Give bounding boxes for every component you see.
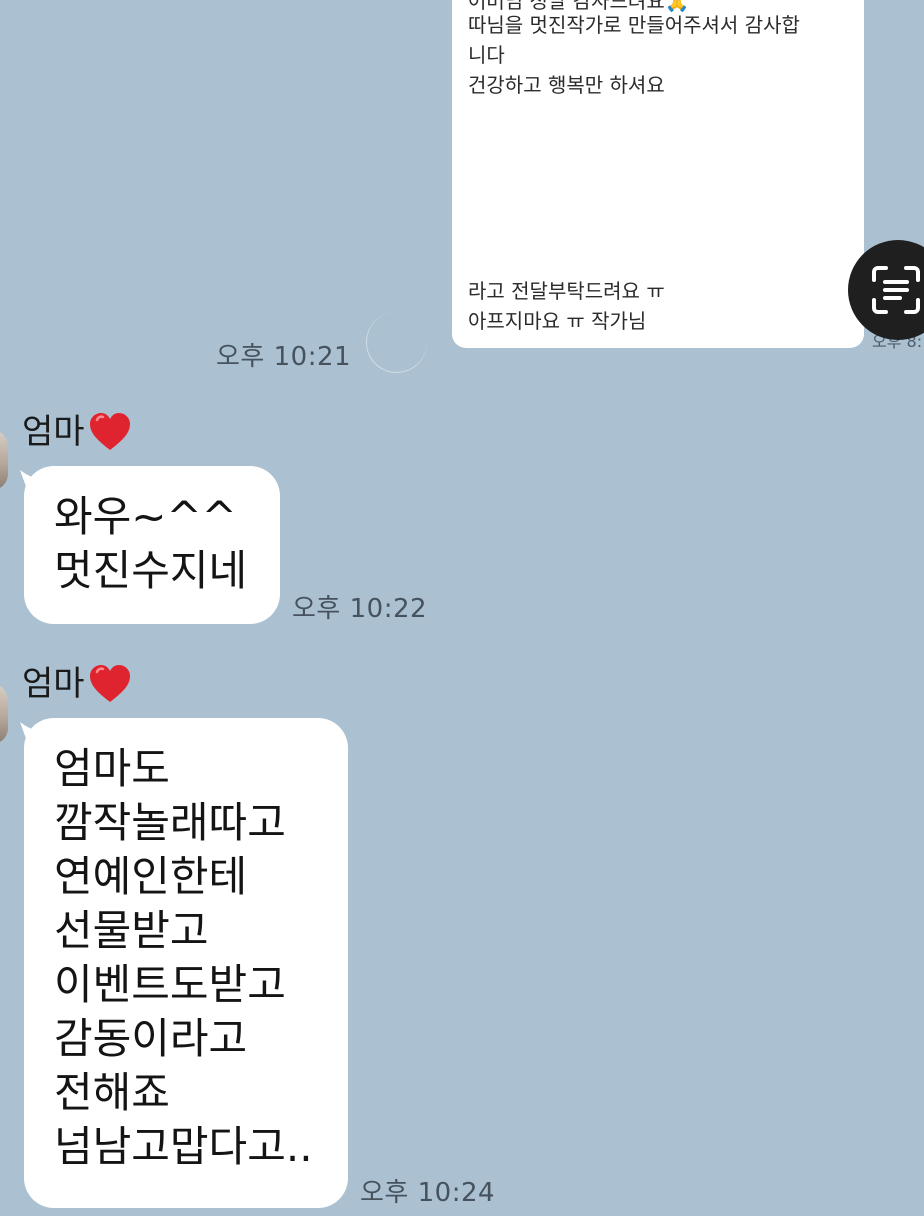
message-text: 선물받고 bbox=[54, 906, 209, 955]
message-timestamp: 오후 10:22 bbox=[292, 594, 428, 624]
quoted-line: 건강하고 행복만 하셔요 bbox=[468, 73, 665, 97]
red-heart-icon bbox=[89, 413, 130, 450]
message-text: 감동이라고 bbox=[54, 1014, 248, 1063]
avatar[interactable] bbox=[0, 430, 8, 490]
avatar[interactable] bbox=[0, 684, 8, 744]
message-text: 깜작놀래따고 bbox=[54, 798, 286, 847]
decorative-arc bbox=[361, 307, 432, 378]
quoted-line: 니다 bbox=[468, 43, 505, 67]
message-text: 연예인한테 bbox=[54, 852, 248, 901]
message-bubble[interactable]: 와우~^^ 멋진수지네 bbox=[20, 466, 280, 624]
text-scan-icon bbox=[872, 266, 920, 314]
message-text: 와우~^^ bbox=[54, 492, 237, 541]
sender-name: 엄마 bbox=[22, 662, 133, 706]
message-text: 전해죠 bbox=[54, 1068, 170, 1117]
message-text: 넘남고맙다고.. bbox=[54, 1122, 313, 1171]
red-heart-icon bbox=[89, 665, 130, 702]
quoted-line: 아프지마요 ㅠ 작가님 bbox=[468, 309, 647, 333]
quoted-line: 따님을 멋진작가로 만들어주셔서 감사합 bbox=[468, 13, 800, 37]
sender-name-text: 엄마 bbox=[22, 664, 85, 704]
message-text: 엄마도 bbox=[54, 744, 170, 793]
message-bubble[interactable]: 엄마도 깜작놀래따고 연예인한테 선물받고 이벤트도받고 감동이라고 전해죠 넘… bbox=[20, 718, 348, 1208]
message-text: 멋진수지네 bbox=[54, 546, 248, 595]
message-text: 이벤트도받고 bbox=[54, 960, 286, 1009]
quoted-message-bubble[interactable]: 어머님 정말 감사드려요🙏 따님을 멋진작가로 만들어주셔서 감사합 니다 건강… bbox=[452, 0, 864, 348]
bubble-tail bbox=[20, 722, 48, 744]
chat-view: 어머님 정말 감사드려요🙏 따님을 멋진작가로 만들어주셔서 감사합 니다 건강… bbox=[0, 0, 924, 1216]
sender-name: 엄마 bbox=[22, 410, 133, 454]
message-timestamp: 오후 10:21 bbox=[216, 342, 352, 372]
message-timestamp: 오후 10:24 bbox=[360, 1178, 496, 1208]
sender-name-text: 엄마 bbox=[22, 412, 85, 452]
quoted-line: 라고 전달부탁드려요 ㅠ bbox=[468, 279, 665, 303]
bubble-tail bbox=[20, 470, 48, 492]
